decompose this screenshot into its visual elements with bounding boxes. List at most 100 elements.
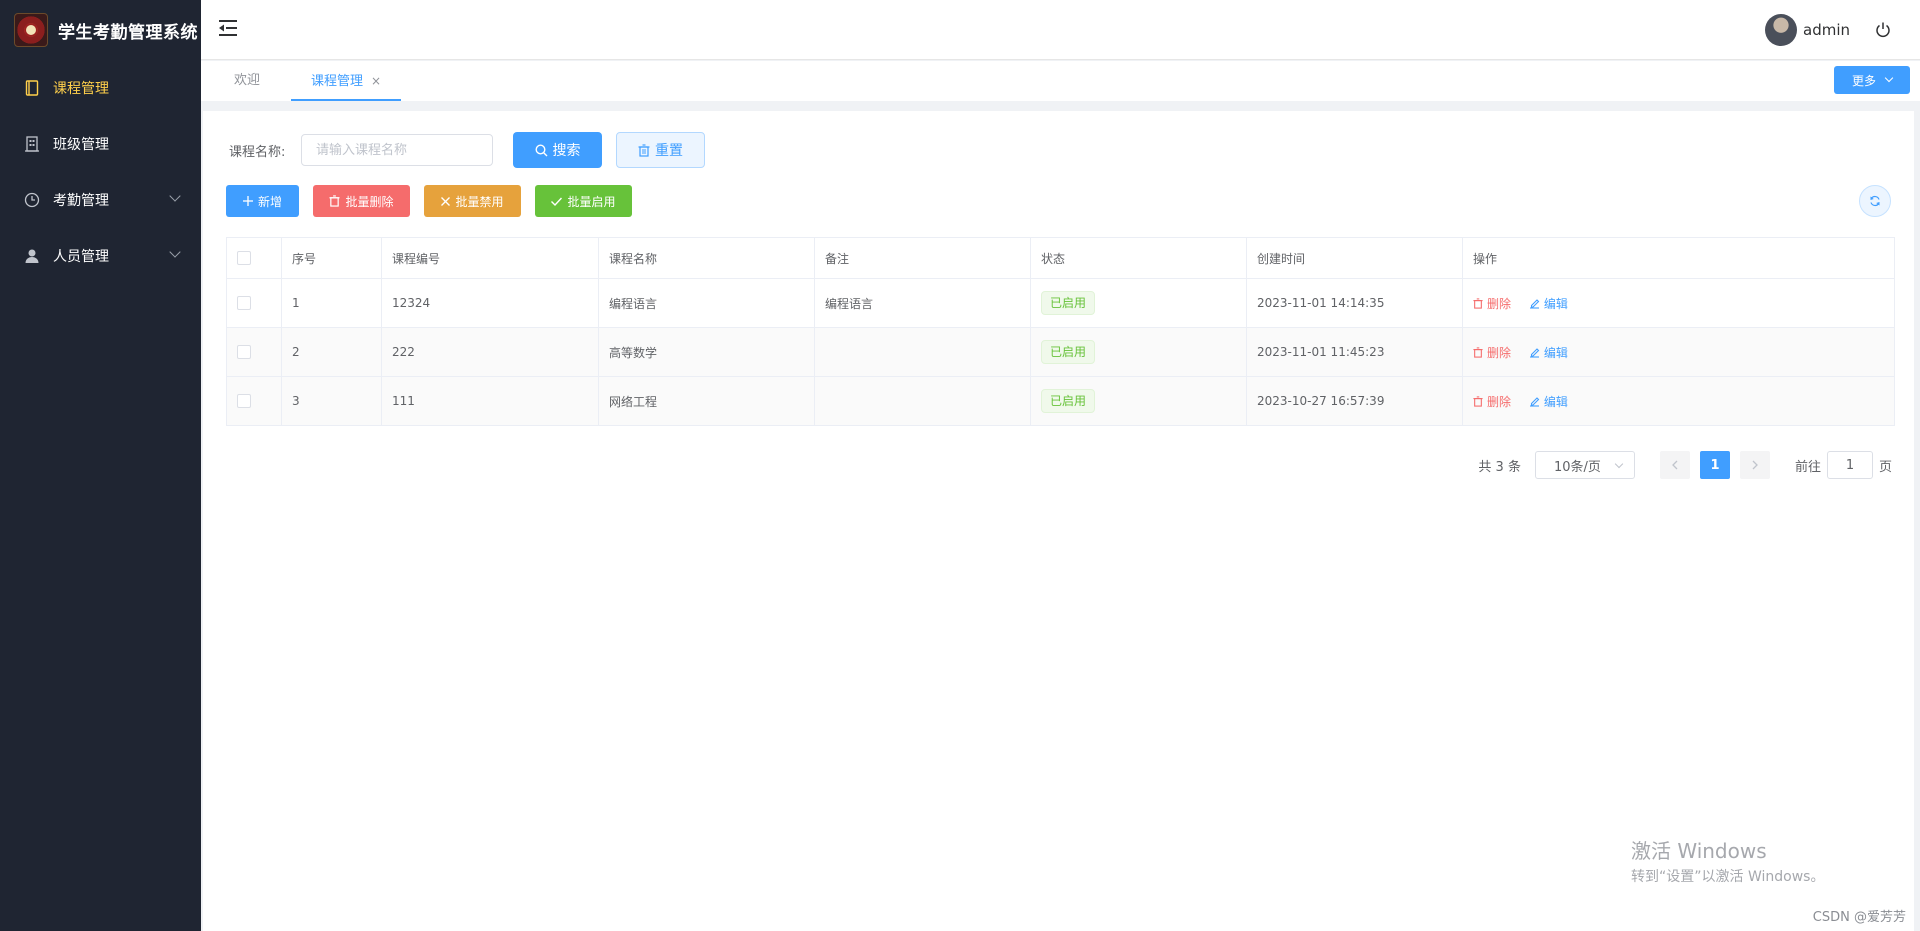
pagination: 共 3 条 10条/页 1 前往 页 bbox=[1478, 451, 1892, 479]
cell-index: 1 bbox=[281, 278, 382, 328]
cell-created: 2023-11-01 11:45:23 bbox=[1246, 327, 1463, 377]
row-select-cell[interactable] bbox=[226, 278, 282, 328]
table-row: 1 12324 编程语言 编程语言 已启用 2023-11-01 14:14:3… bbox=[226, 278, 1895, 328]
cell-name: 编程语言 bbox=[598, 278, 815, 328]
edit-icon bbox=[1529, 396, 1540, 407]
add-button[interactable]: 新增 bbox=[226, 185, 299, 217]
cell-created: 2023-10-27 16:57:39 bbox=[1246, 376, 1463, 426]
menu-collapse-icon[interactable] bbox=[218, 19, 238, 37]
prev-page-button[interactable] bbox=[1659, 451, 1690, 479]
edit-button[interactable]: 编辑 bbox=[1529, 393, 1568, 410]
plus-icon bbox=[242, 196, 253, 206]
power-icon[interactable] bbox=[1874, 21, 1892, 39]
delete-button[interactable]: 删除 bbox=[1473, 393, 1511, 410]
delete-button[interactable]: 删除 bbox=[1473, 344, 1511, 361]
chevron-down-icon bbox=[1614, 459, 1624, 469]
column-header: 备注 bbox=[814, 237, 1031, 279]
user-icon bbox=[24, 248, 40, 264]
app-title: 学生考勤管理系统 bbox=[58, 22, 198, 43]
status-badge: 已启用 bbox=[1041, 340, 1096, 364]
cell-name: 网络工程 bbox=[598, 376, 815, 426]
close-icon[interactable]: × bbox=[371, 74, 381, 88]
edit-label: 编辑 bbox=[1543, 394, 1568, 409]
cell-actions: 删除 编辑 bbox=[1462, 376, 1895, 426]
search-form: 课程名称: 搜索 重置 bbox=[229, 132, 705, 168]
batch-delete-button[interactable]: 批量删除 bbox=[313, 185, 410, 217]
batch-disable-label: 批量禁用 bbox=[455, 194, 504, 209]
watermark-line2: 转到“设置”以激活 Windows。 bbox=[1631, 869, 1825, 885]
trash-icon bbox=[1473, 346, 1483, 358]
cell-actions: 删除 编辑 bbox=[1462, 278, 1895, 328]
cell-code: 111 bbox=[381, 376, 599, 426]
close-icon bbox=[441, 196, 451, 206]
cell-remark: 编程语言 bbox=[814, 278, 1031, 328]
top-header: admin bbox=[201, 0, 1920, 60]
column-header: 课程编号 bbox=[381, 237, 599, 279]
main-content: 课程名称: 搜索 重置 新增 批量删除 批量禁用 批量启用 bbox=[203, 111, 1914, 931]
table-row: 3 111 网络工程 已启用 2023-10-27 16:57:39 删除 编辑 bbox=[226, 376, 1895, 426]
trash-icon bbox=[1473, 395, 1483, 407]
book-icon bbox=[24, 80, 40, 96]
avatar[interactable] bbox=[1765, 14, 1797, 46]
edit-icon bbox=[1529, 298, 1540, 309]
sidebar-item-attendance[interactable]: 考勤管理 bbox=[0, 172, 201, 228]
goto-page: 前往 页 bbox=[1795, 451, 1892, 479]
delete-label: 删除 bbox=[1487, 394, 1512, 409]
chevron-left-icon bbox=[1672, 460, 1678, 470]
windows-activation-watermark: 激活 Windows 转到“设置”以激活 Windows。 bbox=[1631, 835, 1824, 886]
tab-label: 欢迎 bbox=[234, 73, 261, 88]
page-size-value: 10条/页 bbox=[1553, 459, 1601, 475]
trash-icon bbox=[1473, 297, 1483, 309]
sidebar-item-course[interactable]: 课程管理 bbox=[0, 60, 201, 116]
select-all-cell[interactable] bbox=[226, 237, 282, 279]
goto-page-input[interactable] bbox=[1826, 451, 1873, 479]
column-header: 创建时间 bbox=[1246, 237, 1463, 279]
tab-course-management[interactable]: 课程管理 × bbox=[291, 61, 402, 101]
column-header: 序号 bbox=[281, 237, 382, 279]
row-checkbox[interactable] bbox=[237, 296, 251, 311]
edit-label: 编辑 bbox=[1543, 345, 1568, 360]
toolbar: 新增 批量删除 批量禁用 批量启用 bbox=[226, 185, 646, 217]
brand[interactable]: 学生考勤管理系统 bbox=[0, 0, 201, 60]
building-icon bbox=[24, 136, 40, 152]
reset-button-label: 重置 bbox=[655, 143, 683, 159]
page-number-current[interactable]: 1 bbox=[1699, 451, 1730, 479]
refresh-button[interactable] bbox=[1859, 185, 1891, 217]
delete-button[interactable]: 删除 bbox=[1473, 295, 1511, 312]
row-checkbox[interactable] bbox=[237, 345, 251, 360]
check-icon bbox=[551, 197, 563, 206]
course-name-input[interactable] bbox=[301, 134, 493, 166]
cell-status: 已启用 bbox=[1030, 376, 1247, 426]
search-label: 课程名称: bbox=[229, 144, 286, 160]
search-button[interactable]: 搜索 bbox=[513, 132, 602, 168]
cell-status: 已启用 bbox=[1030, 278, 1247, 328]
username[interactable]: admin bbox=[1803, 21, 1850, 39]
cell-remark bbox=[814, 327, 1031, 377]
page-size-select[interactable]: 10条/页 bbox=[1534, 451, 1635, 479]
sidebar-item-class[interactable]: 班级管理 bbox=[0, 116, 201, 172]
edit-label: 编辑 bbox=[1543, 296, 1568, 311]
trash-icon bbox=[638, 143, 650, 157]
row-select-cell[interactable] bbox=[226, 376, 282, 426]
row-checkbox[interactable] bbox=[237, 394, 251, 409]
add-button-label: 新增 bbox=[257, 194, 282, 209]
chevron-down-icon bbox=[169, 246, 181, 258]
batch-enable-button[interactable]: 批量启用 bbox=[535, 185, 632, 217]
sidebar-item-personnel[interactable]: 人员管理 bbox=[0, 228, 201, 284]
status-badge: 已启用 bbox=[1041, 389, 1096, 413]
row-select-cell[interactable] bbox=[226, 327, 282, 377]
batch-enable-label: 批量启用 bbox=[567, 194, 616, 209]
goto-suffix: 页 bbox=[1878, 459, 1892, 475]
table-row: 2 222 高等数学 已启用 2023-11-01 11:45:23 删除 编辑 bbox=[226, 327, 1895, 377]
edit-button[interactable]: 编辑 bbox=[1529, 344, 1568, 361]
batch-disable-button[interactable]: 批量禁用 bbox=[424, 185, 521, 217]
tab-welcome[interactable]: 欢迎 bbox=[234, 61, 260, 101]
cell-created: 2023-11-01 14:14:35 bbox=[1246, 278, 1463, 328]
cell-index: 2 bbox=[281, 327, 382, 377]
user-menu[interactable]: admin bbox=[1765, 14, 1892, 46]
more-button[interactable]: 更多 bbox=[1834, 66, 1910, 94]
next-page-button[interactable] bbox=[1739, 451, 1770, 479]
reset-button[interactable]: 重置 bbox=[616, 132, 705, 168]
select-all-checkbox[interactable] bbox=[237, 251, 251, 266]
edit-button[interactable]: 编辑 bbox=[1529, 295, 1568, 312]
